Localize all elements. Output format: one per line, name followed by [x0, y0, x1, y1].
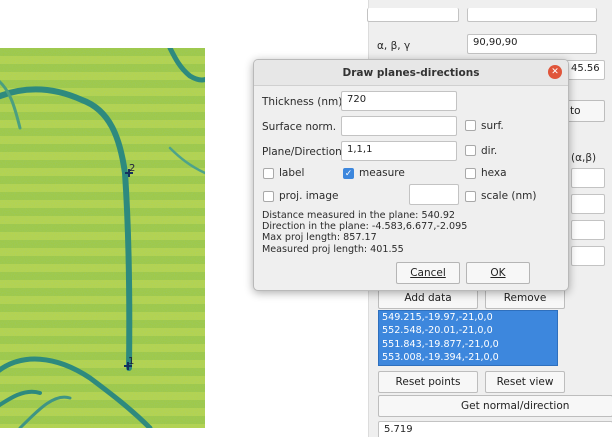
list-item[interactable]: 549.215,-19.97,-21,0,0 — [379, 311, 557, 324]
thickness-input[interactable]: 720 — [341, 91, 457, 111]
list-item[interactable]: 551.843,-19.877,-21,0,0 — [379, 338, 557, 351]
plane-direction-label: Plane/Direction — [262, 146, 342, 158]
label-checkbox[interactable] — [263, 168, 274, 179]
info-line: Max proj length: 857.17 — [262, 232, 377, 244]
proj-image-label: proj. image — [279, 190, 339, 202]
measure-checkbox[interactable]: ✓ — [343, 168, 354, 179]
ok-button[interactable]: OK — [466, 262, 530, 284]
micrograph-image — [0, 48, 205, 428]
surf-checkbox[interactable] — [465, 120, 476, 131]
plane-direction-input[interactable]: 1,1,1 — [341, 141, 457, 161]
info-line: Distance measured in the plane: 540.92 — [262, 210, 456, 221]
right-field-4[interactable] — [571, 246, 605, 266]
output-field[interactable]: 5.719 — [378, 421, 612, 437]
partial-value-input[interactable]: 45.56 — [565, 60, 605, 80]
right-field-2[interactable] — [571, 194, 605, 214]
hexa-label: hexa — [481, 167, 507, 179]
data-list[interactable]: 549.215,-19.97,-21,0,0 552.548,-20.01,-2… — [378, 310, 558, 366]
top-field-left[interactable] — [367, 8, 459, 22]
thickness-label: Thickness (nm) — [262, 96, 343, 108]
surface-norm-input[interactable] — [341, 116, 457, 136]
alpha-beta-label: (α,β) — [571, 152, 597, 164]
scale-label: scale (nm) — [481, 190, 537, 202]
angles-input[interactable]: 90,90,90 — [467, 34, 597, 54]
surface-norm-label: Surface norm. — [262, 121, 337, 133]
proj-image-checkbox[interactable] — [263, 191, 274, 202]
info-line: Measured proj length: 401.55 — [262, 243, 404, 255]
draw-planes-directions-dialog: Draw planes-directions ✕ Thickness (nm) … — [253, 59, 569, 291]
surf-label: surf. — [481, 120, 504, 132]
close-icon[interactable]: ✕ — [548, 65, 562, 79]
list-item[interactable]: 553.008,-19.394,-21,0,0 — [379, 351, 557, 364]
hexa-checkbox[interactable] — [465, 168, 476, 179]
angles-label: α, β, γ — [377, 40, 411, 52]
dialog-titlebar[interactable]: Draw planes-directions ✕ — [254, 60, 568, 86]
cancel-button[interactable]: Cancel — [396, 262, 460, 284]
label-checkbox-label: label — [279, 167, 305, 179]
scale-checkbox[interactable] — [465, 191, 476, 202]
measurement-info: Distance measured in the plane: 540.92 D… — [262, 210, 467, 255]
dir-checkbox[interactable] — [465, 145, 476, 156]
top-field-right[interactable] — [467, 8, 597, 22]
reset-view-button[interactable]: Reset view — [485, 371, 565, 393]
proj-image-input[interactable] — [409, 184, 459, 205]
right-field-3[interactable] — [571, 220, 605, 240]
reset-points-button[interactable]: Reset points — [378, 371, 478, 393]
point-label: 1 — [128, 356, 135, 367]
list-item[interactable]: 552.548,-20.01,-21,0,0 — [379, 324, 557, 337]
ok-button-label: OK — [490, 267, 506, 279]
dir-label: dir. — [481, 145, 498, 157]
info-line: Direction in the plane: -4.583,6.677,-2.… — [262, 221, 468, 233]
partial-button[interactable]: to — [565, 100, 605, 122]
right-field-1[interactable] — [571, 168, 605, 188]
dialog-title: Draw planes-directions — [342, 66, 480, 79]
cancel-button-label: Cancel — [410, 267, 446, 279]
measure-checkbox-label: measure — [359, 167, 405, 179]
get-normal-direction-button[interactable]: Get normal/direction — [378, 395, 612, 417]
micrograph-view[interactable]: 1 2 — [0, 48, 205, 428]
point-label: 2 — [129, 163, 136, 174]
